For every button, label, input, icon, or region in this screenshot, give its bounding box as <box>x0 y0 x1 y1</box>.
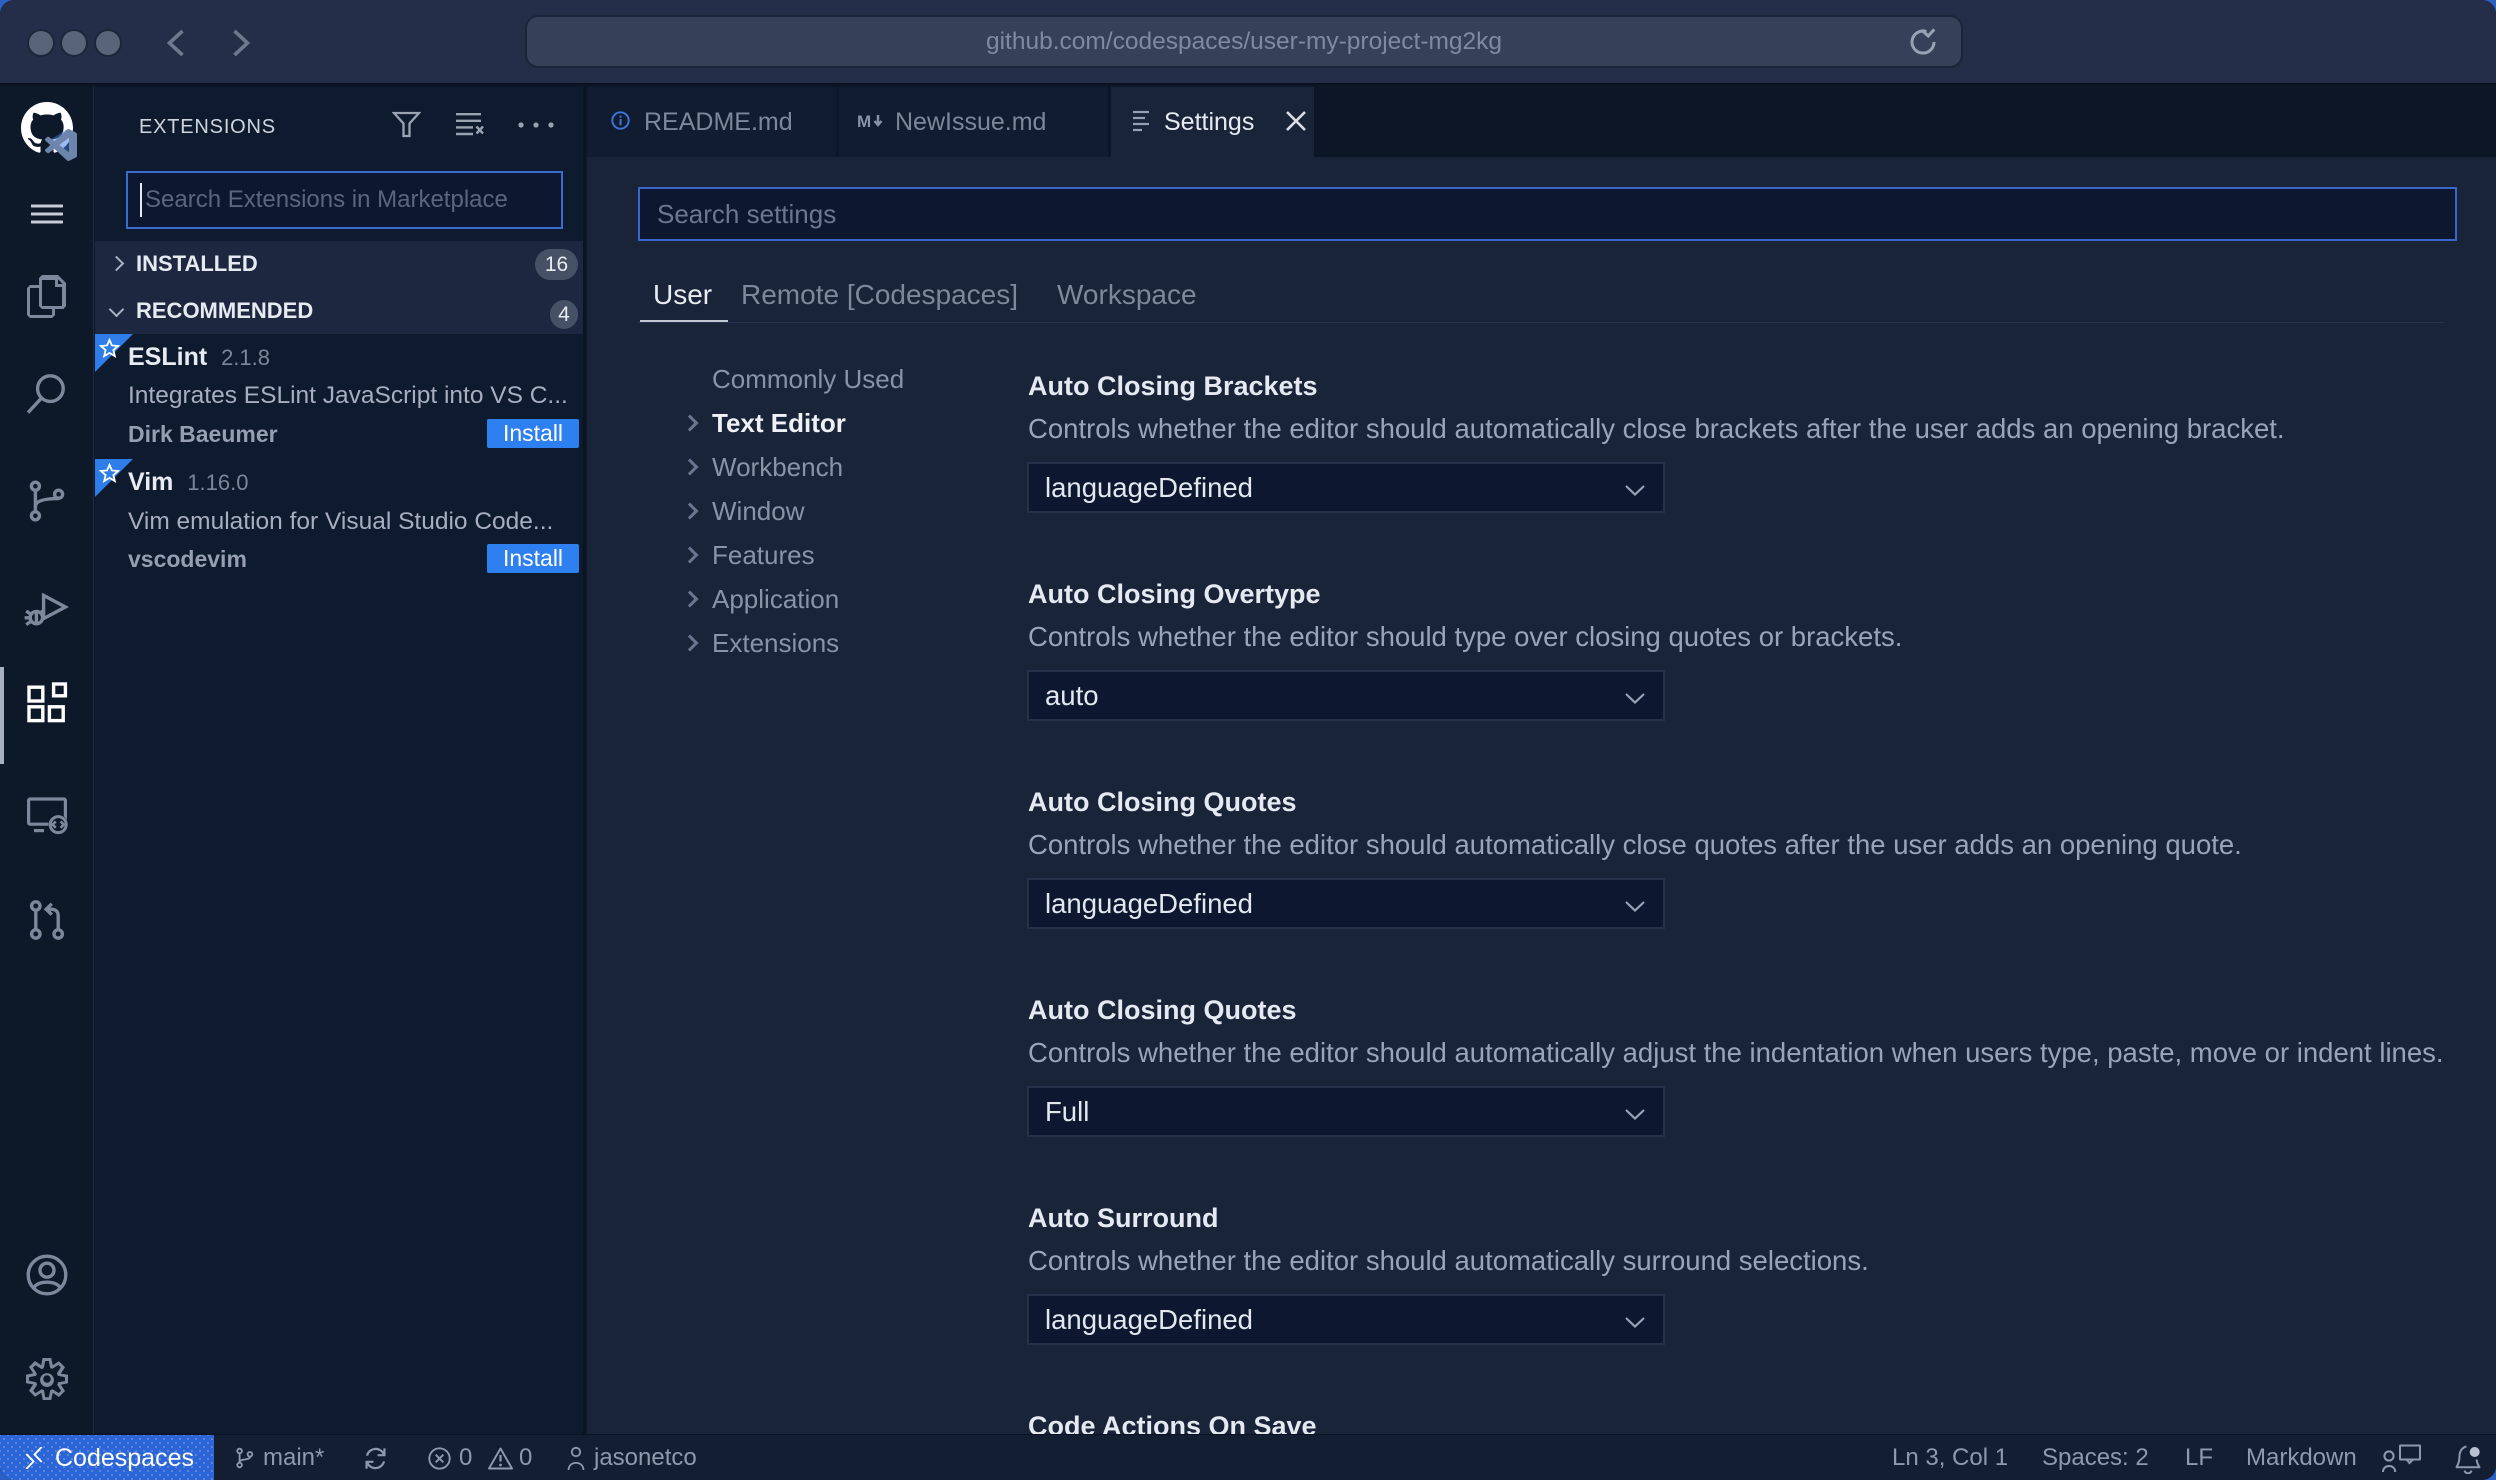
svg-text:M: M <box>857 112 871 131</box>
